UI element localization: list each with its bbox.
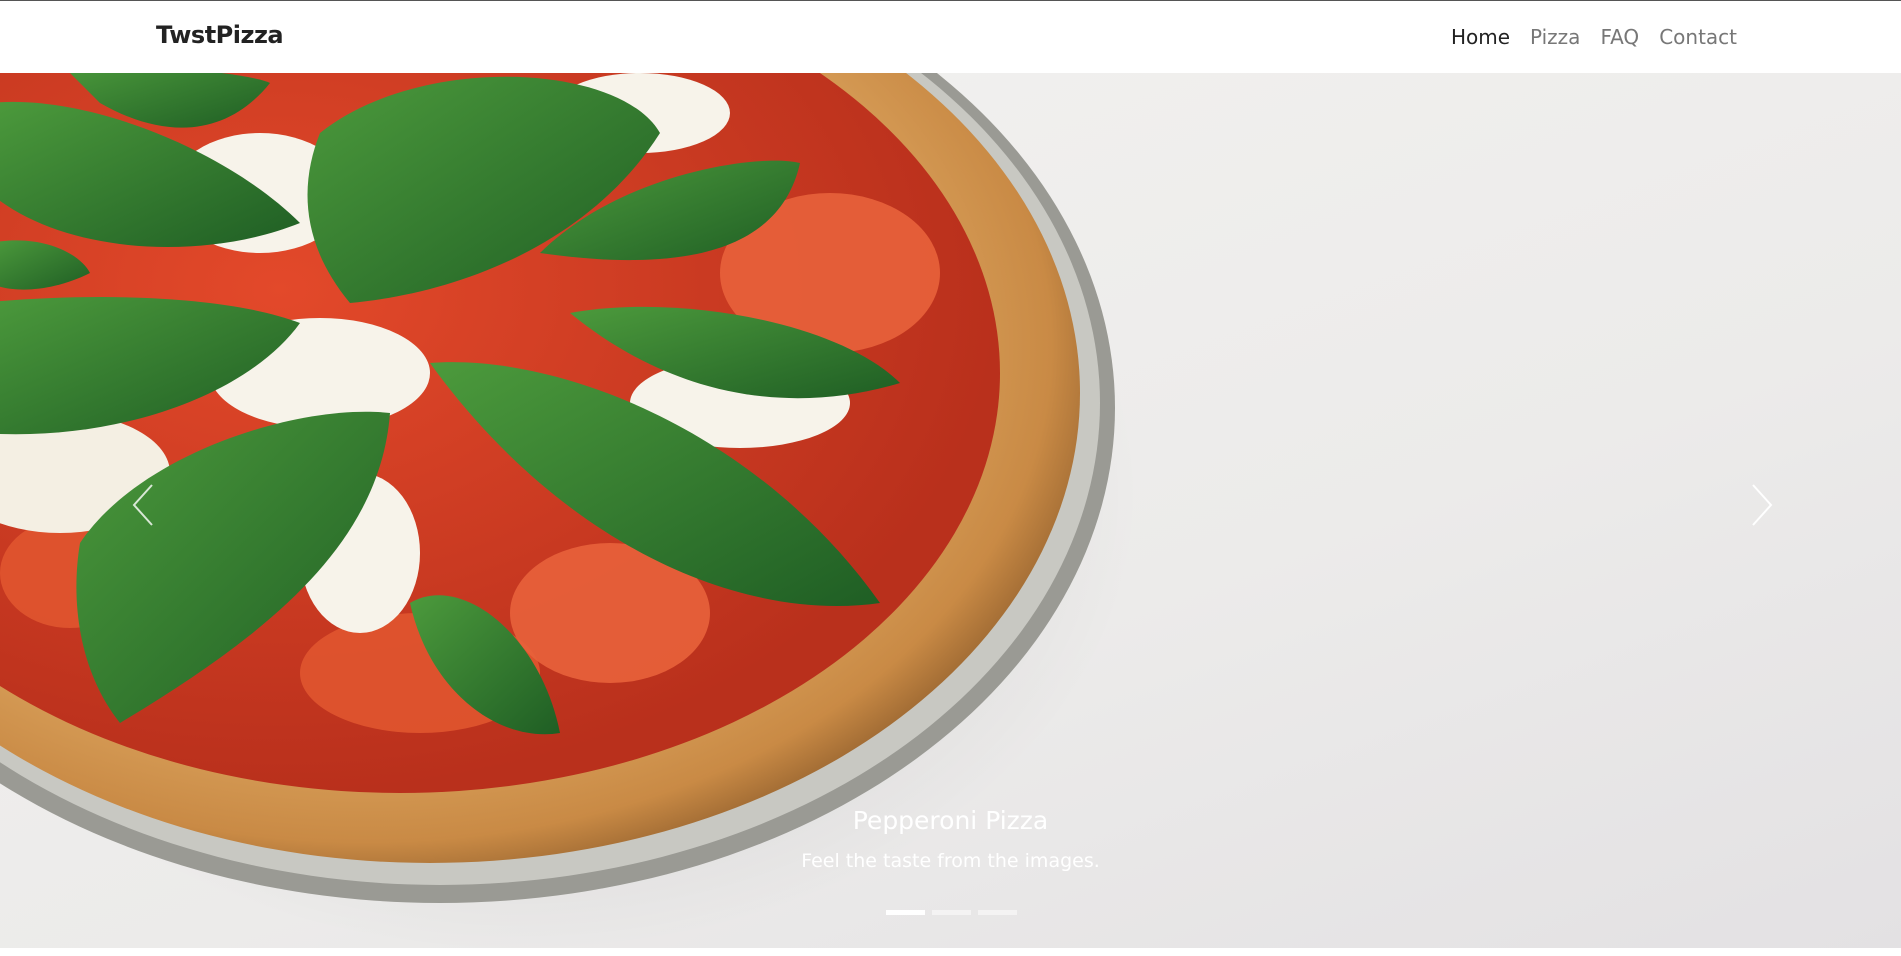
chevron-left-icon bbox=[132, 484, 153, 526]
hero-carousel: Pepperoni Pizza Feel the taste from the … bbox=[0, 73, 1901, 948]
carousel-prev-button[interactable] bbox=[124, 475, 164, 535]
chevron-right-icon bbox=[1752, 484, 1773, 526]
carousel-next-button[interactable] bbox=[1741, 475, 1781, 535]
nav-item-contact[interactable]: Contact bbox=[1659, 25, 1737, 49]
carousel-indicator-1[interactable] bbox=[886, 910, 925, 915]
brand-logo[interactable]: TwstPizza bbox=[156, 21, 284, 49]
nav-item-faq[interactable]: FAQ bbox=[1600, 25, 1639, 49]
page-bottom bbox=[0, 948, 1901, 956]
navbar: TwstPizza Home Pizza FAQ Contact bbox=[0, 0, 1901, 73]
nav-links: Home Pizza FAQ Contact bbox=[1451, 25, 1737, 49]
carousel-indicators bbox=[886, 910, 1017, 915]
carousel-caption-text: Feel the taste from the images. bbox=[801, 850, 1100, 872]
carousel-indicator-3[interactable] bbox=[978, 910, 1017, 915]
nav-item-home[interactable]: Home bbox=[1451, 25, 1510, 49]
nav-item-pizza[interactable]: Pizza bbox=[1530, 25, 1580, 49]
carousel-indicator-2[interactable] bbox=[932, 910, 971, 915]
carousel-caption-title: Pepperoni Pizza bbox=[852, 806, 1049, 835]
